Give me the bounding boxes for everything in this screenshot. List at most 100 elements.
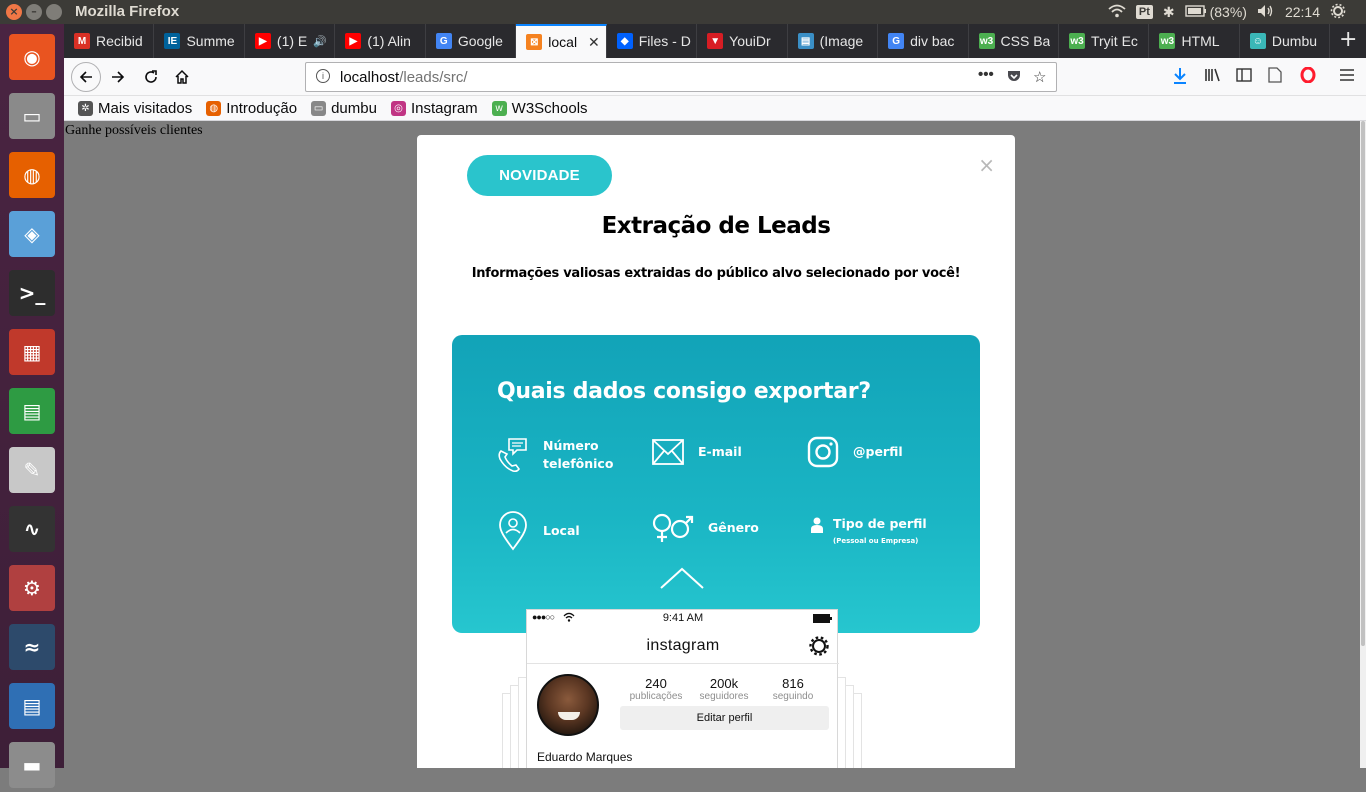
reload-button[interactable] [137, 63, 165, 91]
tab-label: (1) Alin [367, 33, 411, 49]
tab-favicon-icon: ☺ [1249, 33, 1266, 49]
url-text: localhost/leads/src/ [340, 69, 468, 86]
page-scrollbar[interactable] [1360, 121, 1366, 768]
modal-close-button[interactable]: × [978, 153, 995, 177]
forward-button[interactable] [104, 63, 132, 91]
phone-status-bar: ●●●○○ 9:41 AM [527, 612, 839, 628]
wifi-icon[interactable] [1108, 4, 1126, 21]
launcher-app-grid[interactable]: ▦ [5, 325, 59, 379]
feature-profile-type-text: Tipo de perfil (Pessoal ou Empresa) [833, 515, 927, 546]
launcher-files[interactable]: ▭ [5, 89, 59, 143]
launcher-writer[interactable]: ▤ [5, 679, 59, 733]
chevron-up-icon[interactable] [660, 567, 704, 589]
bookmark-star-icon[interactable]: ☆ [1033, 68, 1046, 86]
bookmark-item[interactable]: ▭ dumbu [311, 100, 377, 117]
tab-label: CSS Ba [1000, 33, 1051, 49]
bookmark-item[interactable]: ◍ Introdução [206, 100, 297, 117]
home-button[interactable] [168, 63, 196, 91]
tab-favicon-icon: ▼ [707, 33, 724, 49]
bookmark-item[interactable]: ✲ Mais visitados [78, 100, 192, 117]
launcher-ubuntu-dash[interactable]: ◉ [5, 30, 59, 84]
feature-phone-line1: Número [543, 438, 599, 453]
feature-gender: Gênero [652, 510, 759, 546]
tab-close-icon[interactable]: ✕ [588, 34, 600, 51]
stat-followers-label: seguidores [699, 691, 749, 702]
profile-avatar [537, 674, 599, 736]
launcher-system-monitor[interactable]: ∿ [5, 502, 59, 556]
url-bar[interactable]: i localhost/leads/src/ ••• ☆ [305, 62, 1057, 92]
page-actions-icon[interactable]: ••• [978, 66, 994, 83]
reader-view-icon[interactable] [1268, 67, 1282, 87]
hamburger-menu-icon[interactable] [1339, 67, 1355, 86]
browser-tab[interactable]: ◆ Files - D [607, 24, 698, 58]
bookmark-item[interactable]: ◎ Instagram [390, 100, 478, 117]
browser-tab[interactable]: Gdiv bac [878, 24, 969, 58]
bookmark-label: dumbu [331, 99, 377, 117]
sidebar-icon[interactable] [1236, 67, 1252, 87]
volume-icon[interactable] [1257, 4, 1275, 21]
pocket-icon[interactable] [1006, 68, 1022, 88]
folder-icon: ▭ [311, 100, 327, 116]
browser-tab[interactable]: ▶ (1) E 🔊 [245, 24, 336, 58]
battery-percentage: (83%) [1209, 4, 1247, 20]
system-top-bar: × – Mozilla Firefox Pt ✱ (83%) 22:14 [0, 0, 1366, 24]
browser-tab[interactable]: ▤ (Image [788, 24, 879, 58]
window-maximize-button[interactable] [46, 4, 62, 20]
feature-phone: Número telefônico [497, 437, 613, 473]
w3-icon: w [491, 100, 507, 116]
calc-icon: ▤ [9, 388, 55, 434]
browser-tab[interactable]: IE Summe [154, 24, 245, 58]
launcher-firefox[interactable]: ◍ [5, 148, 59, 202]
site-info-icon[interactable]: i [316, 69, 330, 83]
launcher-terminal[interactable]: >_ [5, 266, 59, 320]
reload-icon [145, 70, 157, 83]
tab-label: div bac [910, 33, 955, 49]
stat-following: 816 seguindo [759, 676, 827, 702]
tab-label: (Image [819, 33, 864, 49]
clock[interactable]: 22:14 [1285, 4, 1320, 20]
launcher-text-editor[interactable]: ✎ [5, 443, 59, 497]
browser-tab[interactable]: w3 Tryit Ec [1059, 24, 1150, 58]
window-minimize-button[interactable]: – [26, 4, 42, 20]
back-button[interactable] [71, 62, 101, 92]
opera-extension-icon[interactable] [1300, 66, 1316, 87]
downloads-icon[interactable] [1172, 67, 1188, 89]
tab-audio-icon[interactable]: 🔊 [313, 35, 327, 48]
browser-tab[interactable]: ⊠ local ✕ [516, 24, 607, 58]
keyboard-layout-indicator[interactable]: Pt [1135, 5, 1153, 19]
launcher-virtualbox[interactable]: ◈ [5, 207, 59, 261]
launcher-mysql-workbench[interactable]: ≈ [5, 620, 59, 674]
phone-chat-icon [497, 437, 529, 473]
feature-location: Local [497, 511, 580, 551]
firefox-icon: ◍ [206, 100, 222, 116]
card-title: Quais dados consigo exportar? [497, 379, 871, 404]
power-gear-icon[interactable] [1330, 3, 1346, 22]
settings-gear-icon [809, 636, 829, 662]
browser-tab[interactable]: G Google [426, 24, 517, 58]
bookmark-item[interactable]: w W3Schools [491, 100, 588, 117]
browser-tab[interactable]: ☺ Dumbu [1240, 24, 1331, 58]
browser-tab[interactable]: ▼ YouiDr [697, 24, 788, 58]
launcher-disk[interactable]: ▬ [5, 738, 59, 792]
browser-tab[interactable]: w3 HTML [1149, 24, 1240, 58]
envelope-icon [652, 434, 684, 470]
launcher-calc[interactable]: ▤ [5, 384, 59, 438]
browser-tab[interactable]: w3 CSS Ba [969, 24, 1059, 58]
library-icon[interactable] [1204, 67, 1222, 87]
new-tab-button[interactable]: + [1330, 24, 1366, 58]
feature-email: E-mail [652, 434, 742, 470]
tab-favicon-icon: ▶ [254, 33, 271, 49]
browser-tab-bar: M Recibid IE Summe ▶ (1) E 🔊 ▶ (1) Alin G Google ⊠ l… [64, 24, 1366, 58]
system-monitor-icon: ∿ [9, 506, 55, 552]
disk-icon: ▬ [9, 742, 55, 788]
gender-icon [652, 510, 694, 546]
browser-tab[interactable]: M Recibid [64, 24, 155, 58]
window-close-button[interactable]: × [6, 4, 22, 20]
phone-app-header: instagram [527, 628, 839, 664]
battery-indicator[interactable]: (83%) [1184, 4, 1247, 20]
browser-tab[interactable]: ▶ (1) Alin [335, 24, 426, 58]
tab-label: YouiDr [729, 33, 771, 49]
scrollbar-thumb[interactable] [1361, 121, 1365, 646]
launcher-system-settings[interactable]: ⚙ [5, 561, 59, 615]
bluetooth-icon[interactable]: ✱ [1163, 4, 1175, 21]
